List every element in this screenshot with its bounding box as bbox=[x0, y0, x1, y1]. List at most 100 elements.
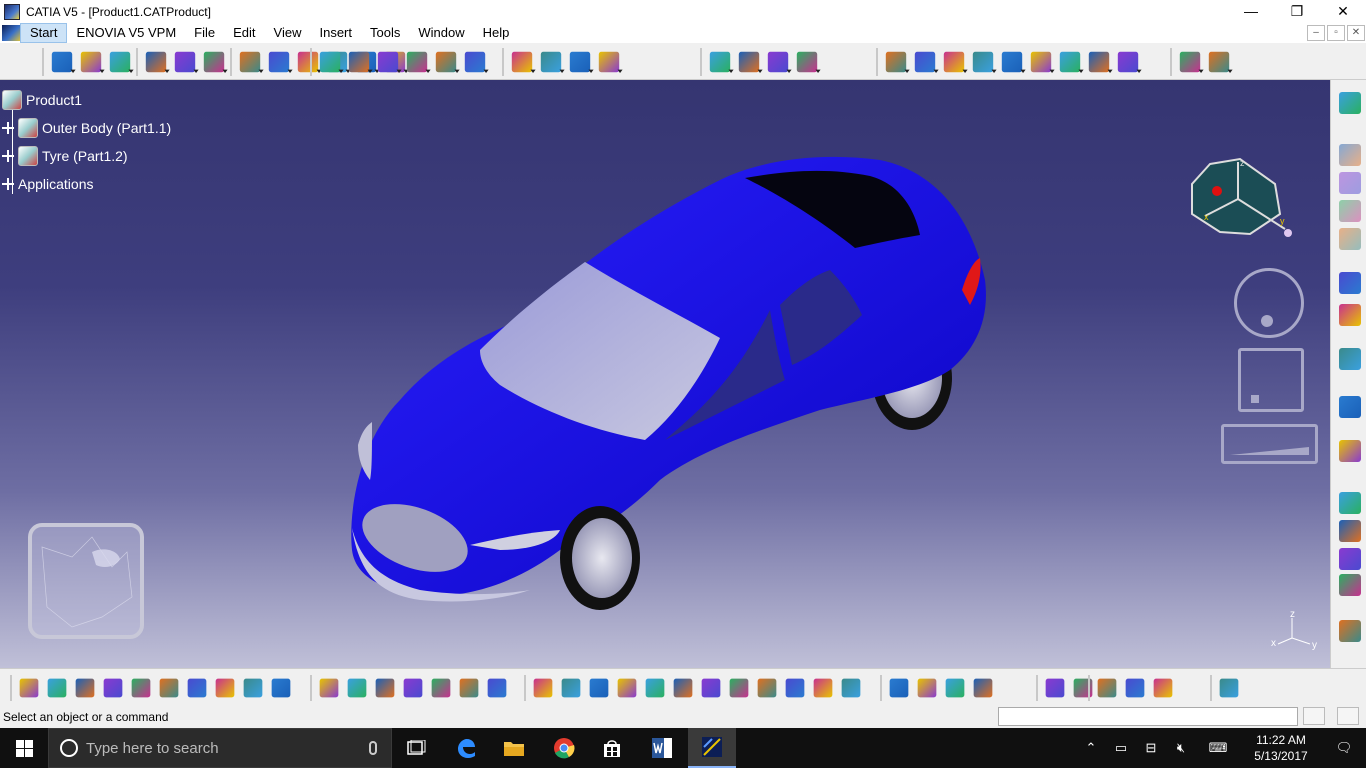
catia-logo-icon[interactable] bbox=[1219, 678, 1239, 698]
normal-view-icon[interactable] bbox=[701, 678, 721, 698]
rotate-icon[interactable] bbox=[617, 678, 637, 698]
translate-icon[interactable] bbox=[511, 51, 536, 74]
zoom-in-icon[interactable] bbox=[645, 678, 665, 698]
product-tree-icon[interactable] bbox=[1339, 92, 1361, 114]
status-toggle-button[interactable] bbox=[1303, 707, 1325, 725]
close-button[interactable]: ✕ bbox=[1320, 0, 1366, 23]
thickness-icon[interactable] bbox=[1088, 51, 1113, 74]
catalog-icon-1[interactable] bbox=[1339, 144, 1361, 166]
plane-icon[interactable] bbox=[1339, 520, 1361, 542]
taskbar-clock[interactable]: 11:22 AM 5/13/2017 bbox=[1240, 732, 1322, 764]
menu-tools[interactable]: Tools bbox=[361, 23, 409, 43]
slot-icon[interactable] bbox=[1030, 51, 1055, 74]
graph-icon[interactable] bbox=[431, 678, 451, 698]
view-rotate-dial[interactable] bbox=[1234, 268, 1304, 338]
spline-icon[interactable] bbox=[268, 51, 293, 74]
status-stop-button[interactable] bbox=[1337, 707, 1359, 725]
file-explorer-icon[interactable] bbox=[490, 728, 538, 768]
analysis-icon[interactable] bbox=[1125, 678, 1145, 698]
menu-insert[interactable]: Insert bbox=[310, 23, 361, 43]
shading-icon[interactable] bbox=[1339, 440, 1361, 462]
point-icon[interactable] bbox=[51, 51, 76, 74]
list-icon[interactable] bbox=[487, 678, 507, 698]
knowledge-icon[interactable] bbox=[347, 678, 367, 698]
extract-icon[interactable] bbox=[435, 51, 460, 74]
zoom-out-icon[interactable] bbox=[673, 678, 693, 698]
flip-icon[interactable] bbox=[1339, 574, 1361, 596]
solid-icon[interactable] bbox=[1059, 51, 1084, 74]
trim-icon[interactable] bbox=[377, 51, 402, 74]
compass-handle-dot[interactable] bbox=[1284, 229, 1292, 237]
doc-close-button[interactable]: ✕ bbox=[1347, 25, 1365, 41]
compass[interactable]: z x y bbox=[1180, 154, 1300, 247]
compass-snap-icon[interactable] bbox=[1339, 304, 1361, 326]
3d-viewport[interactable]: Product1 Outer Body (Part1.1) Tyre (Part… bbox=[0, 80, 1330, 668]
line-icon[interactable] bbox=[80, 51, 105, 74]
save-icon[interactable] bbox=[75, 678, 95, 698]
keyboard-icon[interactable]: ⌨ bbox=[1196, 740, 1240, 756]
show-hidden-icons-chevron-icon[interactable]: ⌃ bbox=[1076, 740, 1106, 756]
pattern-icon[interactable] bbox=[540, 51, 565, 74]
open-icon[interactable] bbox=[47, 678, 67, 698]
undo-icon[interactable] bbox=[215, 678, 235, 698]
menu-view[interactable]: View bbox=[265, 23, 311, 43]
split-icon[interactable] bbox=[348, 51, 373, 74]
draft-icon[interactable] bbox=[1179, 51, 1204, 74]
measure-icon[interactable] bbox=[889, 678, 909, 698]
macro-icon[interactable] bbox=[375, 678, 395, 698]
hide-show-icon[interactable] bbox=[785, 678, 805, 698]
multi-view-icon[interactable] bbox=[729, 678, 749, 698]
sphere-icon[interactable] bbox=[203, 51, 228, 74]
navigation-pad[interactable] bbox=[28, 523, 144, 639]
cut-icon[interactable] bbox=[131, 678, 151, 698]
capture-icon[interactable] bbox=[973, 678, 993, 698]
circle-icon[interactable] bbox=[239, 51, 264, 74]
task-view-button[interactable] bbox=[392, 728, 440, 768]
surface-icon[interactable] bbox=[1339, 548, 1361, 570]
whats-this-icon[interactable] bbox=[271, 678, 291, 698]
extrapolate-icon[interactable] bbox=[569, 51, 594, 74]
near-icon[interactable] bbox=[598, 51, 623, 74]
groove-icon[interactable] bbox=[943, 51, 968, 74]
rib-icon[interactable] bbox=[1001, 51, 1026, 74]
pad-icon[interactable] bbox=[885, 51, 910, 74]
print-icon[interactable] bbox=[103, 678, 123, 698]
catia-taskbar-icon[interactable] bbox=[688, 728, 736, 768]
text-abc-icon[interactable] bbox=[1153, 678, 1173, 698]
store-icon[interactable] bbox=[588, 728, 636, 768]
word-icon[interactable] bbox=[638, 728, 686, 768]
fillet-icon[interactable] bbox=[464, 51, 489, 74]
shell-icon[interactable] bbox=[1117, 51, 1142, 74]
microphone-icon[interactable] bbox=[369, 741, 377, 755]
swap-icon[interactable] bbox=[813, 678, 833, 698]
iso-view-icon[interactable] bbox=[757, 678, 777, 698]
constraint-icon[interactable] bbox=[1339, 492, 1361, 514]
doc-restore-button[interactable]: ▫ bbox=[1327, 25, 1345, 41]
shaft-icon[interactable] bbox=[914, 51, 939, 74]
maximize-button[interactable]: ❐ bbox=[1274, 0, 1320, 23]
join-icon[interactable] bbox=[319, 51, 344, 74]
action-center-icon[interactable]: 🗨︎ bbox=[1322, 740, 1366, 756]
measure-item-icon[interactable] bbox=[917, 678, 937, 698]
axis-icon[interactable] bbox=[1339, 620, 1361, 642]
pan-icon[interactable] bbox=[589, 678, 609, 698]
new-icon[interactable] bbox=[19, 678, 39, 698]
windows-start-button[interactable] bbox=[0, 728, 48, 768]
sketch-icon[interactable] bbox=[1339, 348, 1361, 370]
volume-muted-icon[interactable]: 🔇︎ bbox=[1166, 740, 1196, 756]
minimize-button[interactable]: — bbox=[1228, 0, 1274, 23]
paste-icon[interactable] bbox=[187, 678, 207, 698]
battery-icon[interactable]: ▭ bbox=[1106, 740, 1136, 756]
axis-system-icon[interactable] bbox=[709, 51, 734, 74]
catalog-icon-4[interactable] bbox=[1339, 228, 1361, 250]
curve-analysis-icon[interactable] bbox=[1339, 396, 1361, 418]
edge-browser-icon[interactable] bbox=[442, 728, 490, 768]
menu-window[interactable]: Window bbox=[409, 23, 473, 43]
extrude-icon[interactable] bbox=[145, 51, 170, 74]
menu-file[interactable]: File bbox=[185, 23, 224, 43]
start-menu-icon[interactable] bbox=[2, 25, 20, 41]
command-input[interactable] bbox=[998, 707, 1298, 726]
network-icon[interactable]: ⊟ bbox=[1136, 740, 1166, 756]
table-icon[interactable] bbox=[403, 678, 423, 698]
pocket-icon[interactable] bbox=[796, 51, 821, 74]
